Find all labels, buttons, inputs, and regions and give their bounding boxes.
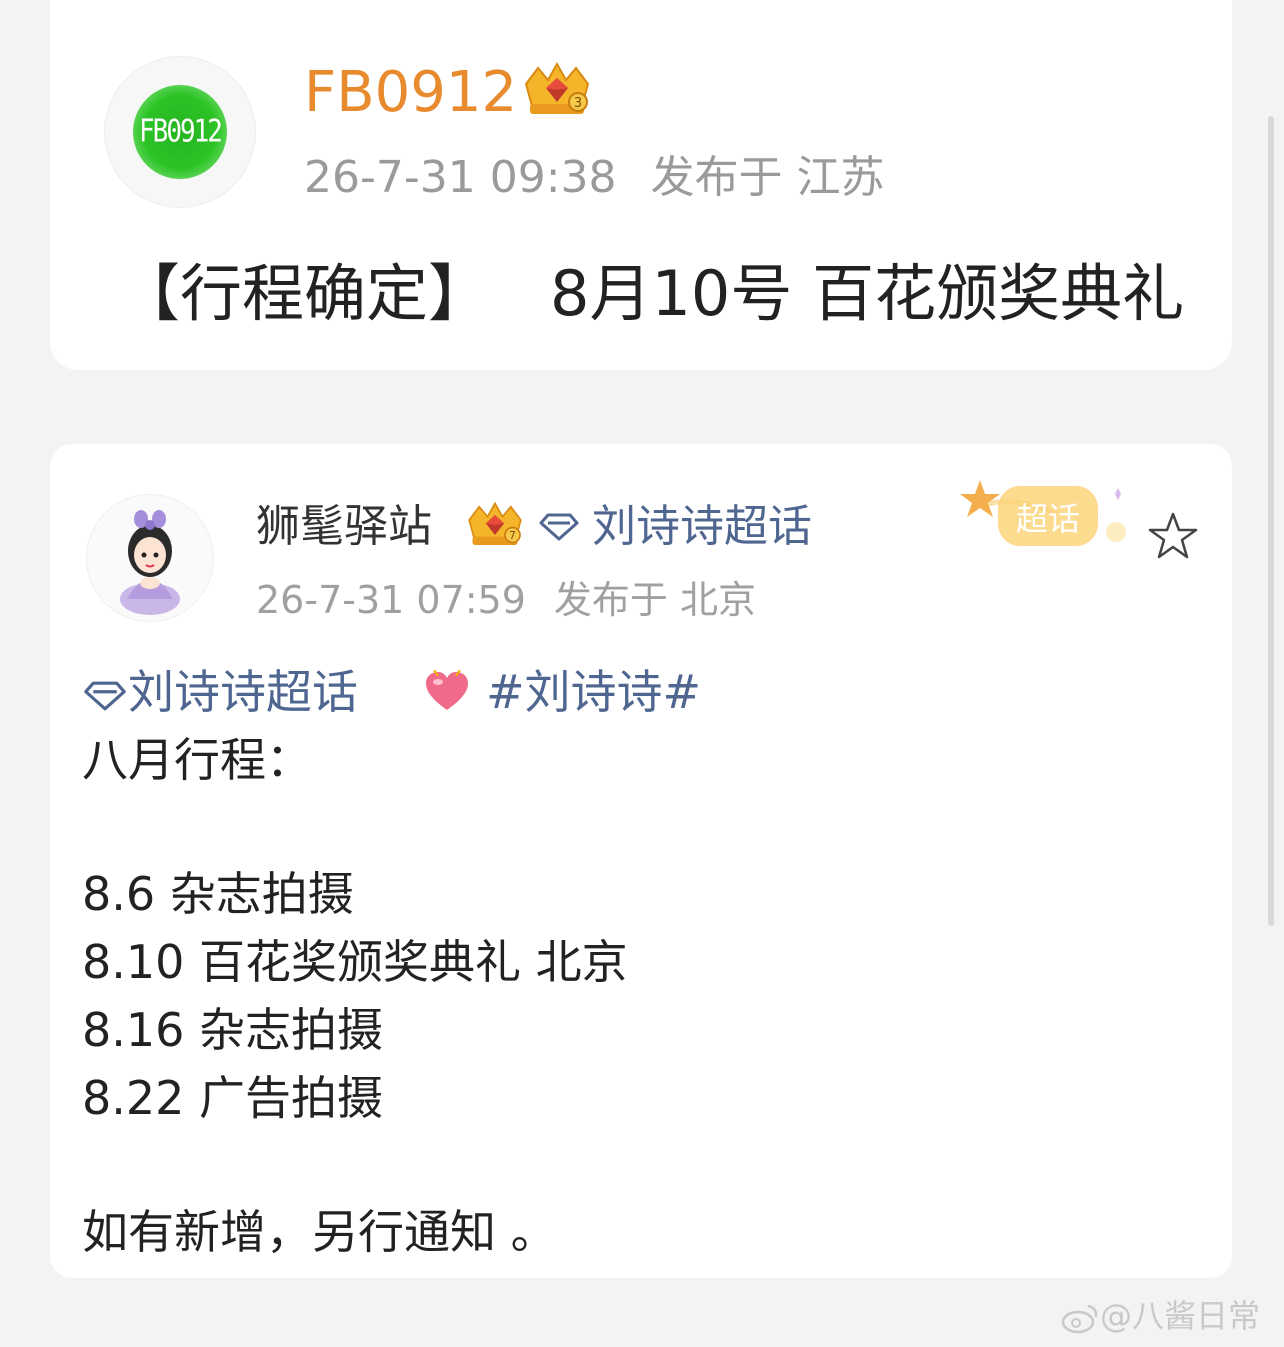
star-icon[interactable] [1146,510,1200,564]
post2-username[interactable]: 狮髦驿站 [256,498,432,556]
avatar-green-circle: FB0912 [133,85,227,179]
body-footer: 如有新增，另行通知 。 [82,1205,557,1259]
body-heading: 八月行程： [82,733,312,787]
post2-timestamp: 26-7-31 07:59 [256,578,526,622]
crown-level: 3 [574,96,582,111]
post1-title-bracket: 【行程确定】 [118,257,491,330]
scrollbar[interactable] [1268,116,1274,926]
post1-username[interactable]: FB0912 [304,58,517,128]
chaohua-badge-label: 超话 [1016,500,1080,538]
schedule-item: 8.6 杂志拍摄 [82,867,354,921]
post2-topic-link[interactable]: 刘诗诗超话 [592,498,812,556]
post-card-2 [50,444,1232,1278]
weibo-logo-icon [1061,1304,1098,1334]
body-hashtag[interactable]: #刘诗诗# [486,660,701,724]
diamond-topic-icon [539,513,579,541]
post1-location: 发布于 江苏 [650,152,885,203]
post1-meta: 26-7-31 09:38 发布于 江苏 [304,148,885,208]
avatar-text: FB0912 [139,114,223,150]
post1-timestamp: 26-7-31 09:38 [304,152,617,203]
diamond-topic-icon [82,664,128,728]
post1-title: 【行程确定】 8月10号 百花颁奖典礼 [118,254,1184,334]
watermark-text: @八酱日常 [1100,1297,1261,1335]
chaohua-badge[interactable]: 超话 [958,474,1138,566]
crown-badge-icon: 7 [468,501,522,545]
cartoon-girl-avatar-icon [120,510,180,615]
post2-body-topics: 刘诗诗超话 [82,660,358,728]
crown-badge-icon: 3 [524,61,590,114]
post2-meta: 26-7-31 07:59 发布于 北京 [256,574,756,626]
avatar-shimao[interactable] [86,494,214,622]
post2-location: 发布于 北京 [553,578,756,622]
schedule-item: 8.10 百花奖颁奖典礼 北京 [82,935,628,989]
crown-level: 7 [509,529,516,542]
heart-emoji-icon [426,670,468,710]
schedule-item: 8.16 杂志拍摄 [82,1003,384,1057]
watermark: @八酱日常 [1060,1294,1260,1338]
schedule-item: 8.22 广告拍摄 [82,1071,384,1125]
body-topic-link[interactable]: 刘诗诗超话 [128,665,358,719]
post1-title-text: 8月10号 百花颁奖典礼 [550,257,1185,330]
avatar-fb0912[interactable]: FB0912 [104,56,256,208]
